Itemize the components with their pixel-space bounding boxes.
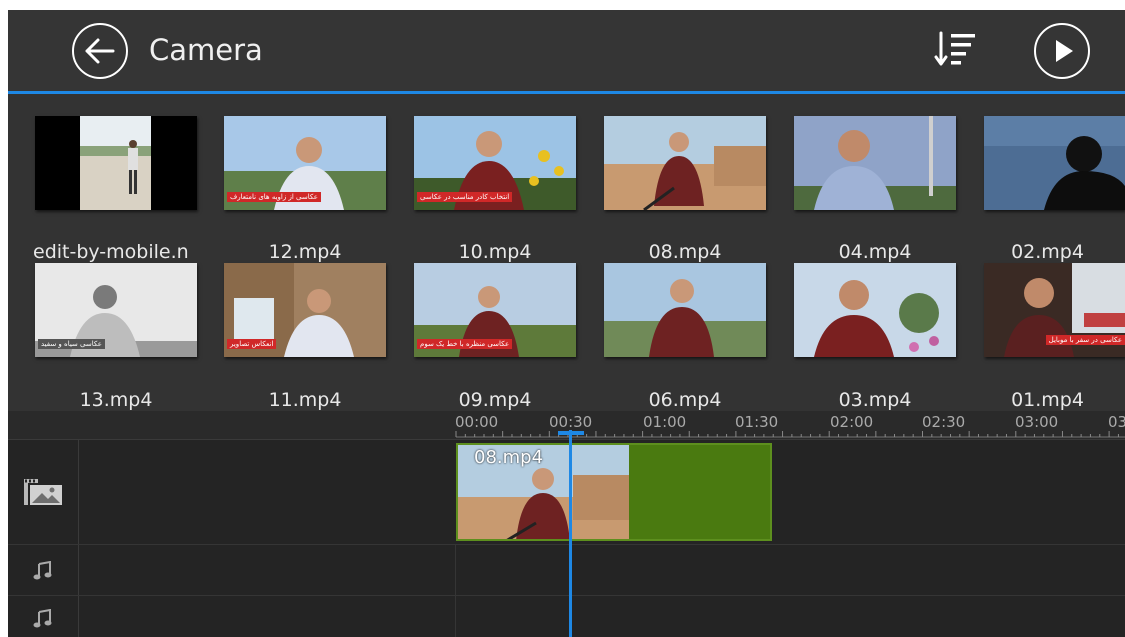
media-thumbnail-08[interactable] bbox=[604, 116, 766, 210]
timeline-editor: 00:00 00:30 01:00 01:30 02:00 02:30 03:0… bbox=[8, 411, 1125, 637]
thumbnail-image bbox=[604, 116, 766, 210]
tick-label: 01:00 bbox=[643, 413, 687, 431]
media-name: 08.mp4 bbox=[648, 241, 722, 263]
arrow-left-icon bbox=[85, 38, 115, 64]
media-thumbnail-13[interactable]: عکاسی سیاه و سفید bbox=[35, 263, 197, 357]
media-name: 06.mp4 bbox=[648, 389, 722, 411]
sort-button[interactable] bbox=[933, 30, 977, 70]
track-divider bbox=[455, 544, 456, 637]
timeline-clip-08[interactable]: 08.mp4 bbox=[456, 443, 772, 541]
play-icon bbox=[1056, 40, 1073, 62]
media-thumbnail-06[interactable] bbox=[604, 263, 766, 357]
video-banner: انعکاس تصاویر bbox=[227, 339, 277, 349]
media-thumbnail-04[interactable] bbox=[794, 116, 956, 210]
media-thumbnail-01[interactable]: عکاسی در سفر با موبایل bbox=[984, 263, 1125, 357]
video-banner: عکاسی از زاویه های نامتعارف bbox=[227, 192, 321, 202]
media-thumbnail-edit-by-mobile[interactable] bbox=[35, 116, 197, 210]
media-name: 01.mp4 bbox=[1011, 389, 1084, 411]
tick-label: 01:30 bbox=[735, 413, 779, 431]
back-button[interactable] bbox=[72, 23, 128, 79]
media-name: edit-by-mobile.n bbox=[33, 241, 189, 263]
tick-label: 03:00 bbox=[1015, 413, 1059, 431]
media-thumbnail-10[interactable]: انتخاب کادر مناسب در عکاسی bbox=[414, 116, 576, 210]
media-thumbnail-03[interactable] bbox=[794, 263, 956, 357]
media-thumbnail-12[interactable]: عکاسی از زاویه های نامتعارف bbox=[224, 116, 386, 210]
media-name: 10.mp4 bbox=[458, 241, 532, 263]
tick-label: 02:00 bbox=[830, 413, 874, 431]
video-banner: عکاسی سیاه و سفید bbox=[38, 339, 105, 349]
media-name: 11.mp4 bbox=[268, 389, 342, 411]
video-banner: عکاسی منظره با خط یک سوم bbox=[417, 339, 513, 349]
media-name: 02.mp4 bbox=[1011, 241, 1084, 263]
media-thumbnail-11[interactable]: انعکاس تصاویر bbox=[224, 263, 386, 357]
video-editor-app: Camera edit-by-mobile.n عکاسی از زاویه ه… bbox=[8, 10, 1125, 637]
music-note-icon bbox=[33, 561, 52, 580]
thumbnail-image bbox=[604, 263, 766, 357]
time-ruler[interactable]: 00:00 00:30 01:00 01:30 02:00 02:30 03:0… bbox=[8, 411, 1125, 440]
media-name: 04.mp4 bbox=[838, 241, 912, 263]
tick-label: 03 bbox=[1108, 413, 1125, 431]
track-headers bbox=[8, 440, 79, 637]
track-divider bbox=[8, 544, 1125, 545]
media-thumbnail-02[interactable] bbox=[984, 116, 1125, 210]
video-track-icon bbox=[24, 479, 62, 505]
media-name: 09.mp4 bbox=[458, 389, 532, 411]
thumbnail-image bbox=[80, 116, 151, 210]
play-button[interactable] bbox=[1034, 23, 1090, 79]
tick-label: 00:00 bbox=[455, 413, 499, 431]
thumbnail-image bbox=[984, 116, 1125, 210]
page-title: Camera bbox=[149, 33, 263, 67]
track-divider bbox=[8, 595, 1125, 596]
clip-label: 08.mp4 bbox=[474, 447, 544, 468]
video-banner: انتخاب کادر مناسب در عکاسی bbox=[417, 192, 513, 202]
media-name: 13.mp4 bbox=[79, 389, 153, 411]
music-note-icon bbox=[33, 609, 52, 628]
media-thumbnail-09[interactable]: عکاسی منظره با خط یک سوم bbox=[414, 263, 576, 357]
playhead[interactable] bbox=[569, 430, 572, 637]
thumbnail-image bbox=[794, 263, 956, 357]
video-banner: عکاسی در سفر با موبایل bbox=[1045, 335, 1125, 345]
thumbnail-image bbox=[794, 116, 956, 210]
top-app-bar: Camera bbox=[8, 10, 1125, 91]
media-name: 03.mp4 bbox=[838, 389, 912, 411]
media-gallery: edit-by-mobile.n عکاسی از زاویه های نامت… bbox=[8, 94, 1125, 411]
media-name: 12.mp4 bbox=[268, 241, 342, 263]
sort-icon bbox=[934, 31, 975, 66]
tick-label: 02:30 bbox=[922, 413, 966, 431]
tick-label: 00:30 bbox=[549, 413, 593, 431]
